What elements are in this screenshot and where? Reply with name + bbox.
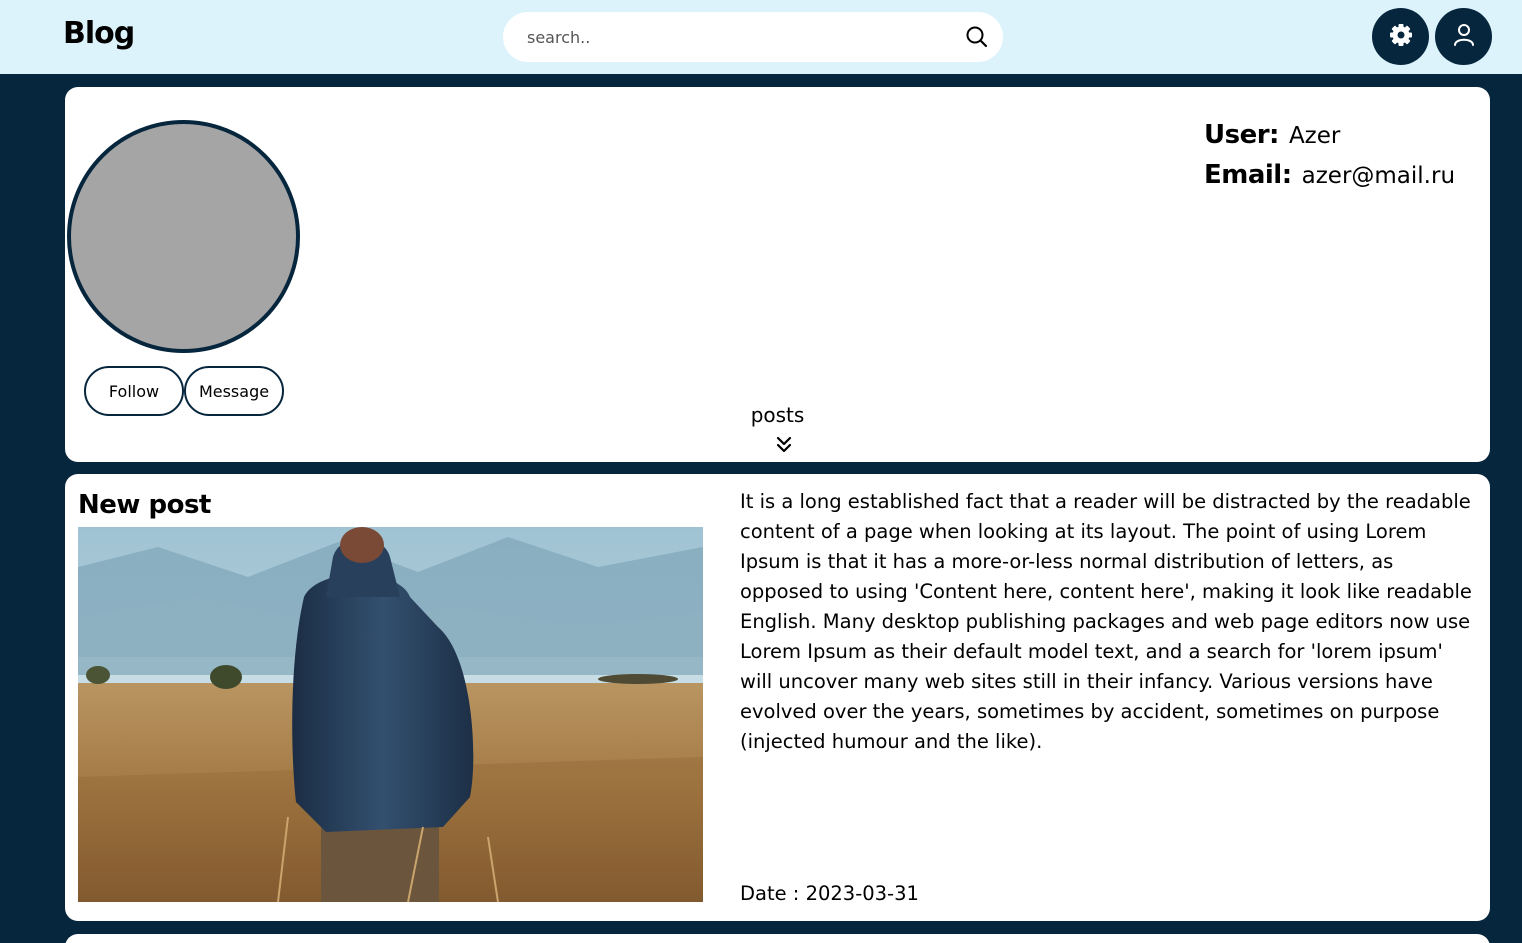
top-header: Blog — [0, 0, 1522, 74]
user-label: User: — [1204, 120, 1279, 150]
settings-button[interactable] — [1372, 8, 1429, 65]
search-icon[interactable] — [964, 24, 990, 50]
post-date: Date : 2023-03-31 — [740, 882, 919, 905]
email-info: Email: azer@mail.ru — [1204, 160, 1455, 190]
post-card: New post It is a long established fact t… — [65, 474, 1490, 921]
search-input[interactable] — [527, 24, 947, 50]
email-label: Email: — [1204, 160, 1292, 190]
gear-icon — [1388, 22, 1414, 52]
profile-card: Follow Message User: Azer Email: azer@mail… — [65, 87, 1490, 462]
posts-label[interactable]: posts — [65, 403, 1490, 427]
user-icon — [1451, 22, 1477, 52]
logo[interactable]: Blog — [63, 16, 135, 51]
post-title: New post — [78, 490, 211, 520]
search-bar — [503, 12, 1003, 62]
next-post-card — [65, 934, 1490, 943]
post-image — [78, 527, 703, 902]
double-chevron-down-icon[interactable] — [774, 435, 794, 455]
post-body: It is a long established fact that a rea… — [740, 490, 1472, 753]
avatar[interactable] — [67, 120, 300, 353]
profile-button[interactable] — [1435, 8, 1492, 65]
user-value: Azer — [1288, 123, 1341, 149]
email-value: azer@mail.ru — [1301, 163, 1456, 189]
user-info: User: Azer — [1204, 120, 1340, 150]
